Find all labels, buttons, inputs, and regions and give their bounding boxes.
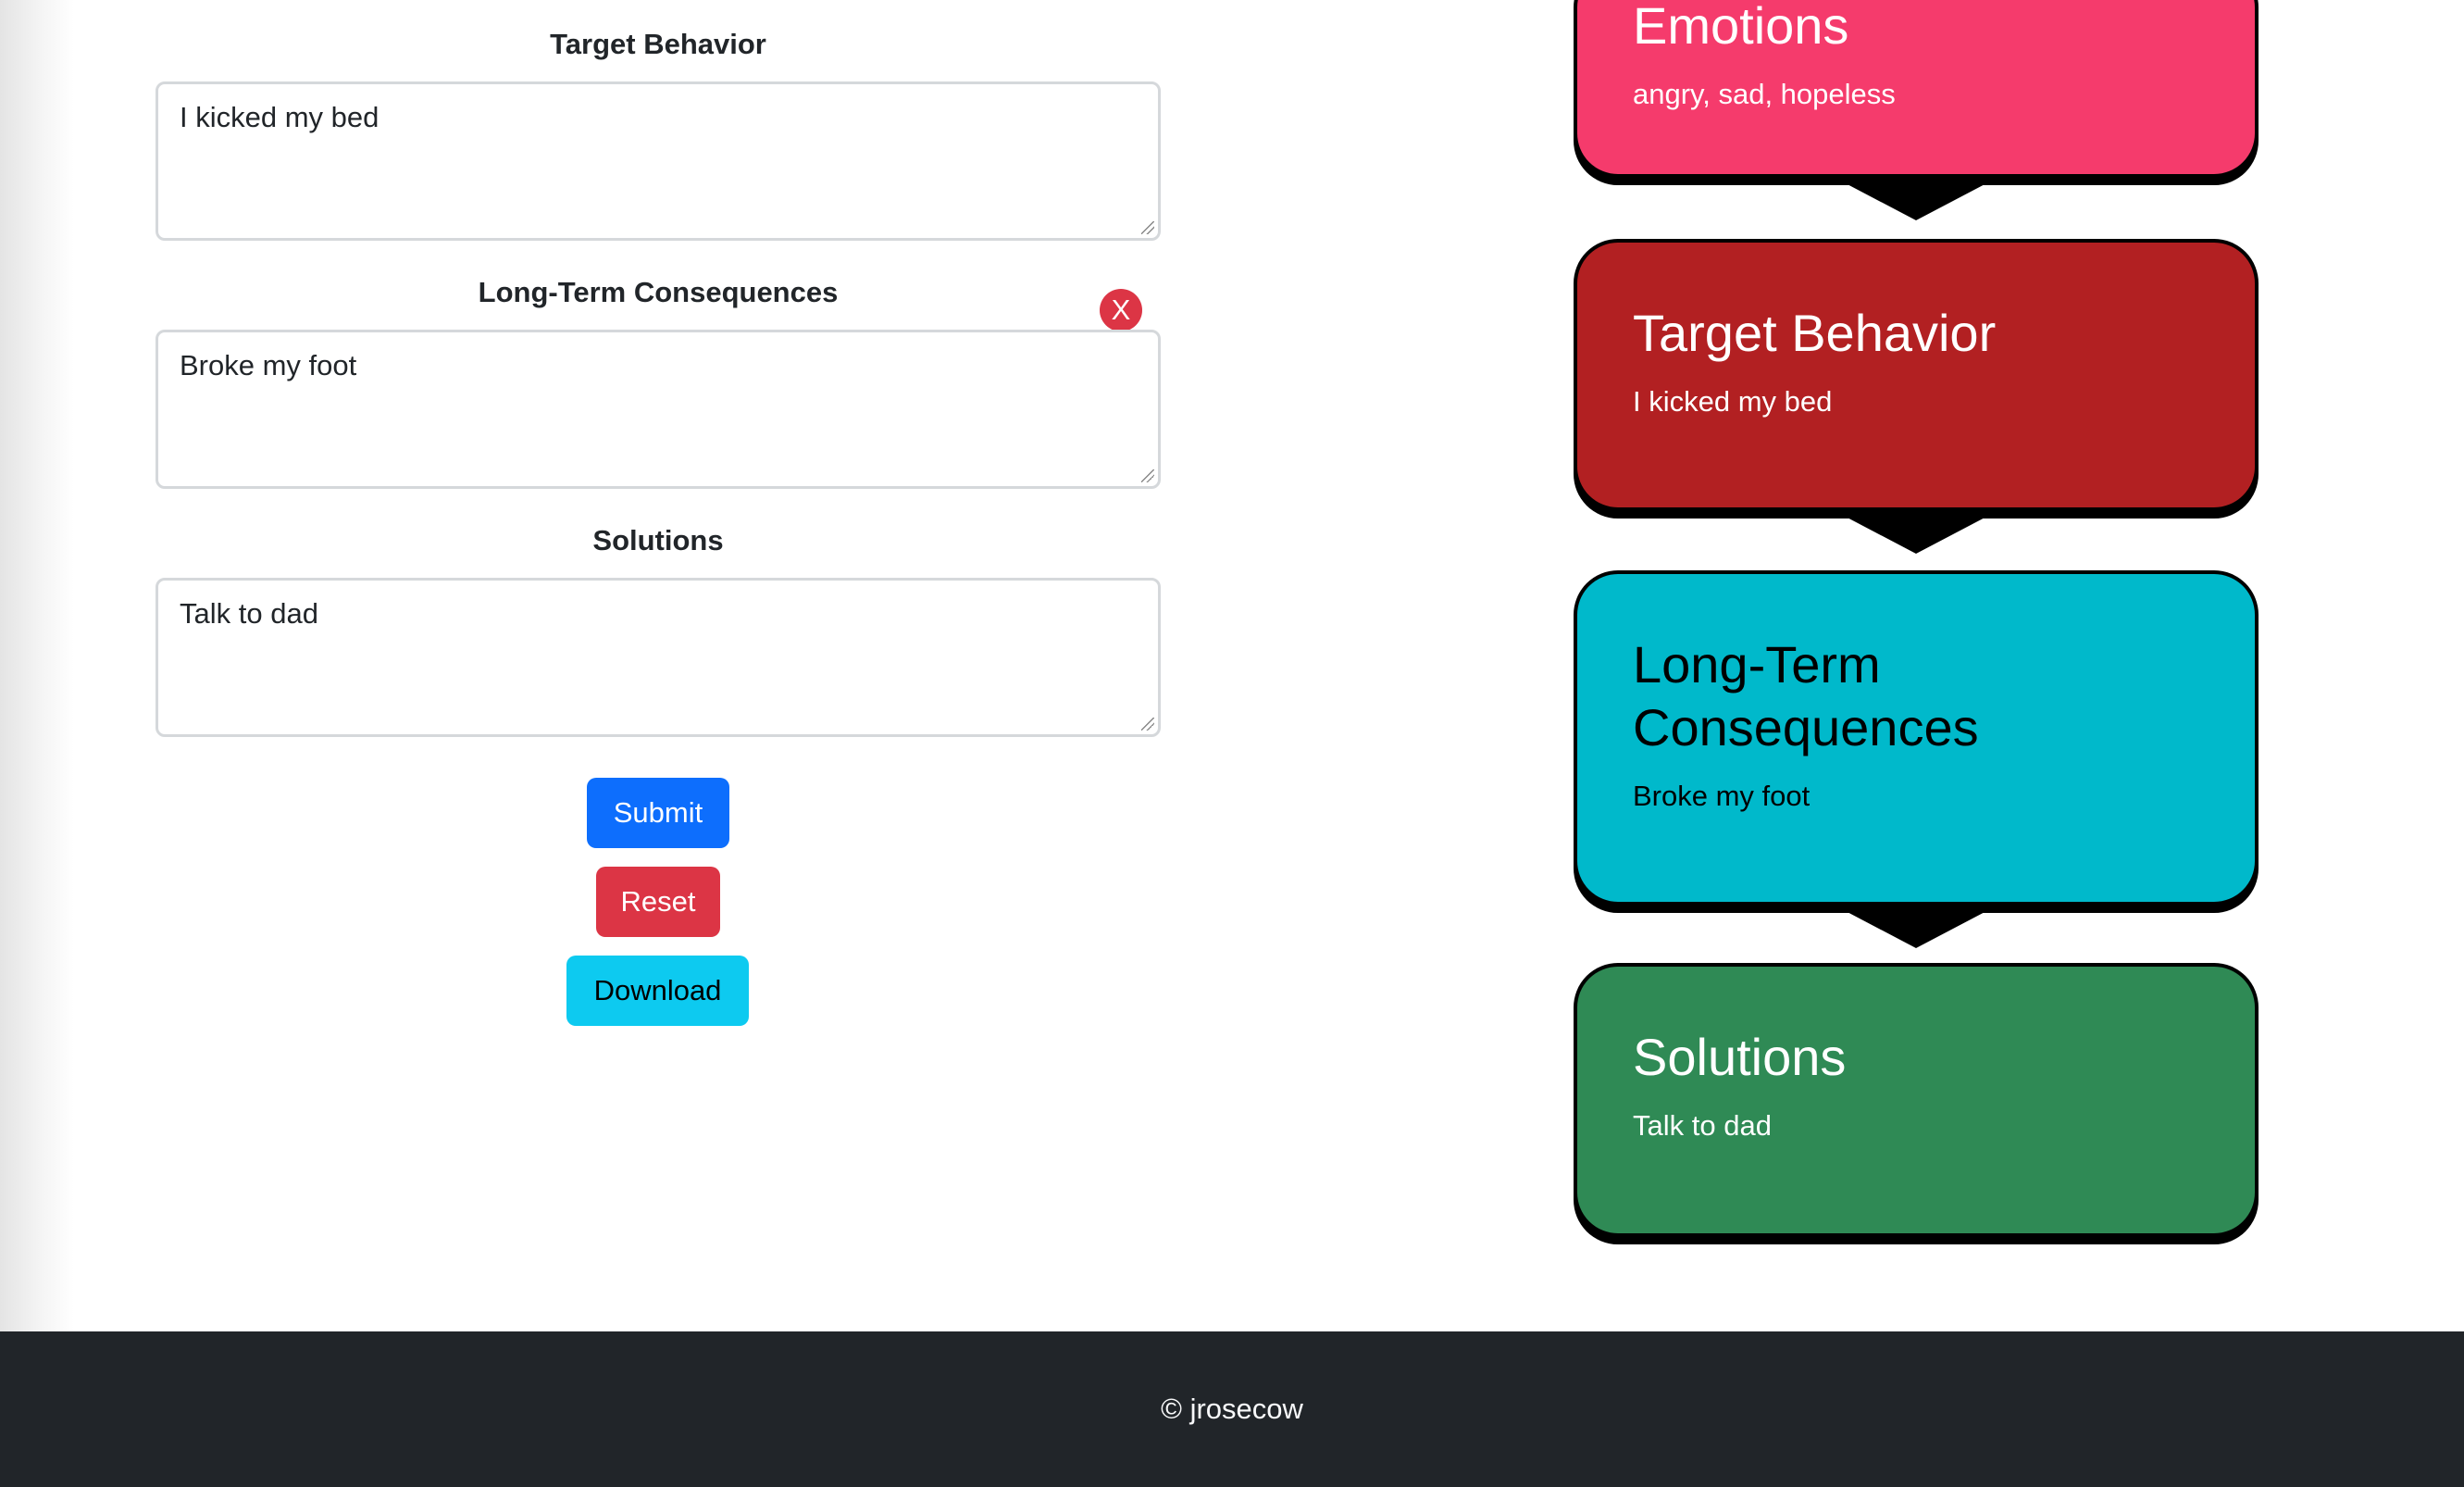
submit-button[interactable]: Submit bbox=[587, 778, 729, 848]
resize-handle-icon[interactable] bbox=[1141, 469, 1154, 482]
target-behavior-textarea[interactable]: I kicked my bed bbox=[156, 81, 1161, 241]
long-term-consequences-card: Long-Term Consequences Broke my foot bbox=[1574, 570, 2259, 906]
target-behavior-label: Target Behavior bbox=[550, 28, 766, 60]
footer: © jrosecow bbox=[0, 1331, 2464, 1487]
solutions-textarea[interactable]: Talk to dad bbox=[156, 578, 1161, 737]
solutions-card-text: Talk to dad bbox=[1633, 1109, 1772, 1142]
page-edge-shadow bbox=[0, 0, 74, 1331]
long-term-consequences-card-text: Broke my foot bbox=[1633, 780, 1811, 812]
long-term-consequences-textarea[interactable]: Broke my foot bbox=[156, 330, 1161, 489]
copyright-text: © jrosecow bbox=[1161, 1393, 1303, 1425]
solutions-card-title: Solutions bbox=[1633, 1028, 1847, 1086]
solutions-value: Talk to dad bbox=[180, 597, 318, 630]
target-behavior-card-title: Target Behavior bbox=[1633, 304, 1997, 362]
emotions-card: Emotions angry, sad, hopeless bbox=[1574, 0, 2259, 178]
target-behavior-card-text: I kicked my bed bbox=[1633, 385, 1833, 418]
solutions-card: Solutions Talk to dad bbox=[1574, 963, 2259, 1237]
chain-arrow-icon bbox=[1842, 181, 1990, 220]
emotions-card-text: angry, sad, hopeless bbox=[1633, 78, 1896, 110]
download-button[interactable]: Download bbox=[566, 956, 749, 1026]
emotions-card-title: Emotions bbox=[1633, 0, 1849, 55]
resize-handle-icon[interactable] bbox=[1141, 221, 1154, 234]
chain-arrow-icon bbox=[1842, 909, 1990, 948]
long-term-consequences-card-title: Long-Term Consequences bbox=[1633, 635, 1979, 756]
long-term-consequences-value: Broke my foot bbox=[180, 349, 357, 381]
target-behavior-card: Target Behavior I kicked my bed bbox=[1574, 239, 2259, 511]
remove-field-button[interactable]: X bbox=[1100, 289, 1142, 331]
resize-handle-icon[interactable] bbox=[1141, 718, 1154, 731]
target-behavior-value: I kicked my bed bbox=[180, 101, 380, 133]
reset-button[interactable]: Reset bbox=[596, 867, 720, 937]
solutions-label: Solutions bbox=[592, 524, 724, 556]
long-term-consequences-label: Long-Term Consequences bbox=[478, 276, 839, 308]
chain-arrow-icon bbox=[1842, 515, 1990, 554]
